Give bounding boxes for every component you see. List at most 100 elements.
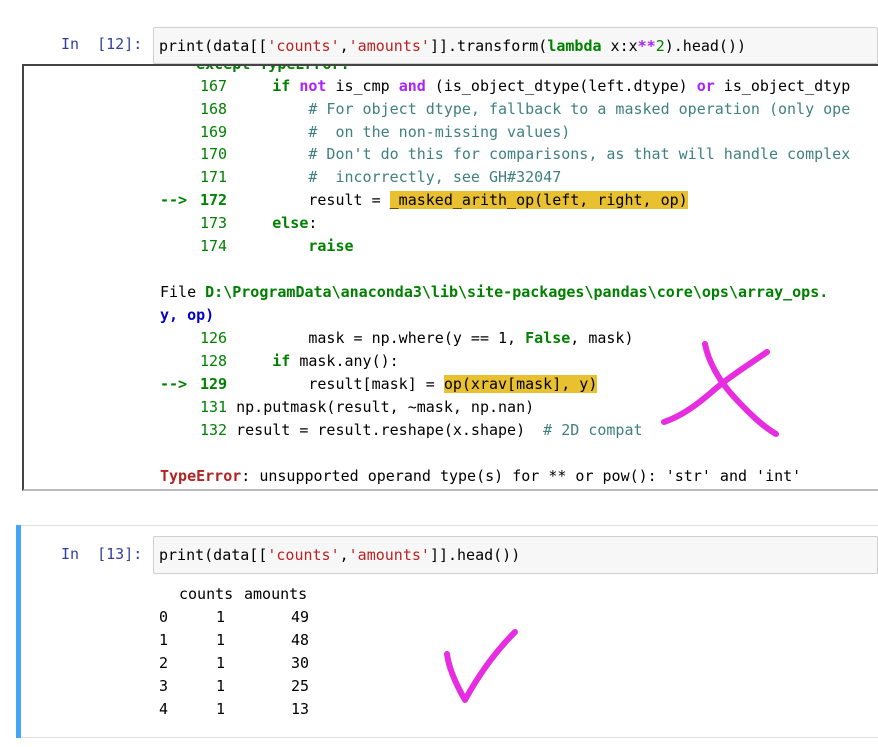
current-line-arrow: --> bbox=[160, 375, 197, 393]
code-segment: , mask) bbox=[570, 329, 634, 347]
code-segment: # on the non-missing values) bbox=[308, 122, 571, 141]
code-string: 'counts' bbox=[267, 546, 340, 564]
traceback-file-line: File D:\ProgramData\anaconda3\lib\site-p… bbox=[160, 282, 828, 302]
code-number: 2 bbox=[655, 37, 665, 55]
traceback-line: 169 # on the non-missing values) bbox=[160, 122, 570, 142]
traceback-line: --> 172 result = _masked_arith_op(left, … bbox=[160, 190, 688, 210]
code-segment: # incorrectly, see GH#32047 bbox=[308, 168, 562, 187]
code-segment: and bbox=[398, 77, 426, 95]
column-header-counts: counts bbox=[179, 585, 234, 603]
line-number: 172 bbox=[200, 191, 228, 209]
traceback-file-continuation: y, op) bbox=[160, 306, 215, 324]
code-text: , bbox=[339, 546, 349, 564]
current-line-arrow: --> bbox=[160, 191, 197, 209]
row-index: 3 bbox=[159, 677, 169, 695]
code-text: ]].head()) bbox=[429, 546, 521, 564]
row-index: 2 bbox=[159, 654, 169, 672]
code-keyword: lambda bbox=[547, 37, 602, 55]
code-segment: or bbox=[696, 77, 715, 95]
check-mark-annotation bbox=[444, 629, 518, 703]
error-type: TypeError bbox=[160, 467, 242, 485]
code-text: ]].transform( bbox=[429, 37, 548, 55]
cell-12-code: print(data[['counts','amounts']].transfo… bbox=[159, 36, 746, 56]
line-number: 131 bbox=[200, 398, 228, 416]
code-segment: result[mask] = bbox=[308, 375, 444, 393]
cell-counts: 1 bbox=[215, 631, 225, 649]
cell-amounts: 49 bbox=[290, 608, 309, 626]
line-number: 129 bbox=[200, 375, 228, 393]
cell-counts: 1 bbox=[215, 677, 225, 695]
line-number: 128 bbox=[200, 352, 228, 370]
cell-13-prompt: In [13]: bbox=[61, 545, 143, 563]
line-number: 167 bbox=[200, 77, 228, 95]
code-text: print(data[[ bbox=[159, 546, 268, 564]
error-line: TypeError: unsupported operand type(s) f… bbox=[160, 466, 801, 486]
traceback-line: 174 raise bbox=[160, 236, 354, 256]
cell-counts: 1 bbox=[215, 608, 225, 626]
line-number: 132 bbox=[200, 421, 228, 439]
code-string: 'counts' bbox=[267, 37, 340, 55]
line-number: 126 bbox=[200, 329, 228, 347]
code-segment: mask.any(): bbox=[290, 352, 399, 370]
code-segment: (is_object_dtype(left.dtype) bbox=[425, 77, 697, 95]
code-operator: ** bbox=[637, 37, 656, 55]
cell-amounts: 48 bbox=[290, 631, 309, 649]
traceback-line: 170 # Don't do this for comparisons, as … bbox=[160, 144, 850, 164]
check-stroke bbox=[444, 629, 518, 703]
traceback-line: 126 mask = np.where(y == 1, False, mask) bbox=[160, 328, 634, 348]
code-segment: mask = np.where(y == 1, bbox=[308, 329, 526, 347]
code-segment: if bbox=[272, 352, 291, 370]
file-path: D:\ProgramData\anaconda3\lib\site-packag… bbox=[205, 283, 829, 301]
dataframe-output: counts amounts 0 1 49 1 1 48 2 1 30 3 1 25 4 1 13 bbox=[159, 583, 459, 733]
cell-counts: 1 bbox=[215, 700, 225, 718]
cell-12-prompt: In [12]: bbox=[61, 35, 143, 53]
traceback-line: 167 if not is_cmp and (is_object_dtype(l… bbox=[160, 76, 850, 96]
code-text: x:x bbox=[601, 37, 638, 55]
cell-amounts: 13 bbox=[290, 700, 309, 718]
code-segment: else bbox=[272, 213, 309, 232]
code-segment: _masked_arith_op(left, right, op) bbox=[389, 191, 688, 209]
code-segment: # Don't do this for comparisons, as that… bbox=[308, 145, 851, 164]
code-segment: raise bbox=[308, 236, 354, 255]
file-prefix: File bbox=[160, 283, 206, 301]
code-segment: : bbox=[308, 213, 318, 232]
cell-amounts: 30 bbox=[290, 654, 309, 672]
cell-amounts: 25 bbox=[290, 677, 309, 695]
cell-13-code: print(data[['counts','amounts']].head()) bbox=[159, 545, 520, 565]
code-segment: np.putmask(result, ~mask, np.nan) bbox=[236, 398, 535, 416]
cell-counts: 1 bbox=[215, 654, 225, 672]
code-text: print(data[[ bbox=[159, 37, 268, 55]
cross-mark-annotation bbox=[661, 341, 779, 437]
code-segment: False bbox=[525, 329, 571, 347]
code-segment: is_cmp bbox=[326, 77, 399, 95]
traceback-line: 128 if mask.any(): bbox=[160, 351, 399, 371]
code-segment: # For object dtype, fallback to a masked… bbox=[308, 99, 851, 118]
cell-13-input[interactable]: print(data[['counts','amounts']].head()) bbox=[153, 536, 878, 574]
traceback-line: 171 # incorrectly, see GH#32047 bbox=[160, 167, 561, 187]
code-segment: result = bbox=[308, 191, 390, 209]
column-header-amounts: amounts bbox=[244, 585, 308, 603]
error-message: : unsupported operand type(s) for ** or … bbox=[241, 467, 802, 485]
traceback-line: --> 129 result[mask] = op(xrav[mask], y) bbox=[160, 374, 598, 394]
code-text: , bbox=[339, 37, 349, 55]
cell-12-input[interactable]: print(data[['counts','amounts']].transfo… bbox=[153, 27, 878, 64]
code-segment: op(xrav[mask], y) bbox=[443, 375, 598, 393]
line-number: 174 bbox=[200, 236, 228, 255]
code-segment: is_object_dtyp bbox=[714, 77, 851, 95]
line-number: 168 bbox=[200, 99, 228, 118]
code-segment: result = result.reshape(x.shape) bbox=[236, 421, 544, 439]
traceback-partial-line: except TypeError: bbox=[160, 64, 350, 73]
